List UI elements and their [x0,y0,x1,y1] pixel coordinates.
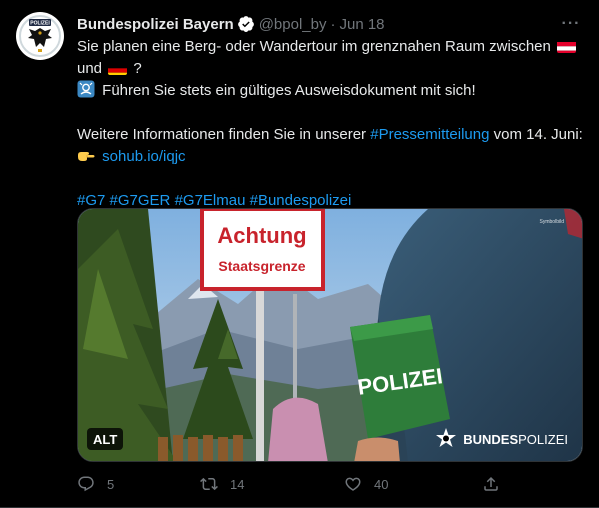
symbol-label: Symbolbild [539,219,564,225]
reply-count: 5 [107,476,115,492]
tweet-actions: 5 14 40 [77,472,507,496]
avatar[interactable]: POLIZEI [16,12,64,60]
brand-text-regular: POLIZEI [518,431,568,447]
share-icon [484,476,498,491]
author-name[interactable]: Bundespolizei Bayern [77,16,234,33]
tweet-header: Bundespolizei Bayern @bpol_by · Jun 18 ·… [77,14,583,34]
sign-line-2: Staatsgrenze [218,258,305,274]
tweet-text: Sie planen eine Berg- oder Wandertour im… [77,36,585,212]
like-icon [345,477,361,491]
text-line-4: Weitere Informationen finden Sie in unse… [77,124,585,146]
like-count: 40 [374,476,389,492]
hashtag-bundespolizei[interactable]: #Bundespolizei [250,192,352,209]
text-gap [77,102,585,124]
retweet-button[interactable]: 14 [200,472,244,496]
reply-button[interactable]: 5 [77,472,114,496]
bundespolizei-brand: BUNDES POLIZEI [435,428,568,450]
svg-text:POLIZEI: POLIZEI [30,21,50,27]
sign-line-1: Achtung [217,223,306,248]
text-line-3: Führen Sie stets ein gültiges Ausweisdok… [77,80,585,102]
hashtag-g7elmau[interactable]: #G7Elmau [175,192,246,209]
flag-germany-icon [108,62,128,75]
sohub-link[interactable]: sohub.io/iqjc [102,148,185,165]
text-line-2-end: ? [133,60,142,77]
text-line-1: Sie planen eine Berg- oder Wandertour im… [77,36,585,58]
bundespolizei-star-icon [436,428,457,447]
text-line-4-end: vom 14. Juni: [493,126,583,143]
hashtag-g7[interactable]: #G7 [77,192,105,209]
text-line-3-content: Führen Sie stets ein gültiges Ausweisdok… [102,82,476,99]
text-line-1-content: Sie planen eine Berg- oder Wandertour im… [77,38,551,55]
tweet-timestamp[interactable]: Jun 18 [339,16,384,33]
passport-emoji-icon [77,80,95,98]
tweet-media[interactable]: Achtung Staatsgrenze POLIZEI Symbolbild … [77,208,583,462]
separator-dot: · [330,15,336,33]
text-gap-2 [77,168,585,190]
author-handle[interactable]: @bpol_by [259,16,327,33]
hashtag-g7ger[interactable]: #G7GER [110,192,171,209]
verified-badge-icon [237,15,255,33]
like-button[interactable]: 40 [344,472,388,496]
text-line-2-start: und [77,60,103,77]
share-button[interactable] [482,472,512,496]
pointing-hand-emoji-icon [77,146,95,164]
reply-icon [78,476,94,492]
hashtag-pressemitteilung-link[interactable]: #Pressemitteilung [370,126,489,143]
retweet-icon [200,477,218,491]
text-line-4-start: Weitere Informationen finden Sie in unse… [77,126,367,143]
media-photo: Achtung Staatsgrenze POLIZEI [78,209,582,461]
text-line-5: sohub.io/iqjc [77,146,585,168]
tweet[interactable]: POLIZEI Bundespolizei Bayern @bpol_by · … [0,0,599,508]
retweet-count: 14 [230,476,245,492]
more-icon[interactable]: ··· [559,12,583,36]
avatar-eagle-icon: POLIZEI [28,19,52,52]
alt-button[interactable]: ALT [87,428,124,450]
text-line-2: und ? [77,58,585,80]
flag-austria-icon [557,40,577,53]
brand-text-bold: BUNDES [463,431,519,447]
